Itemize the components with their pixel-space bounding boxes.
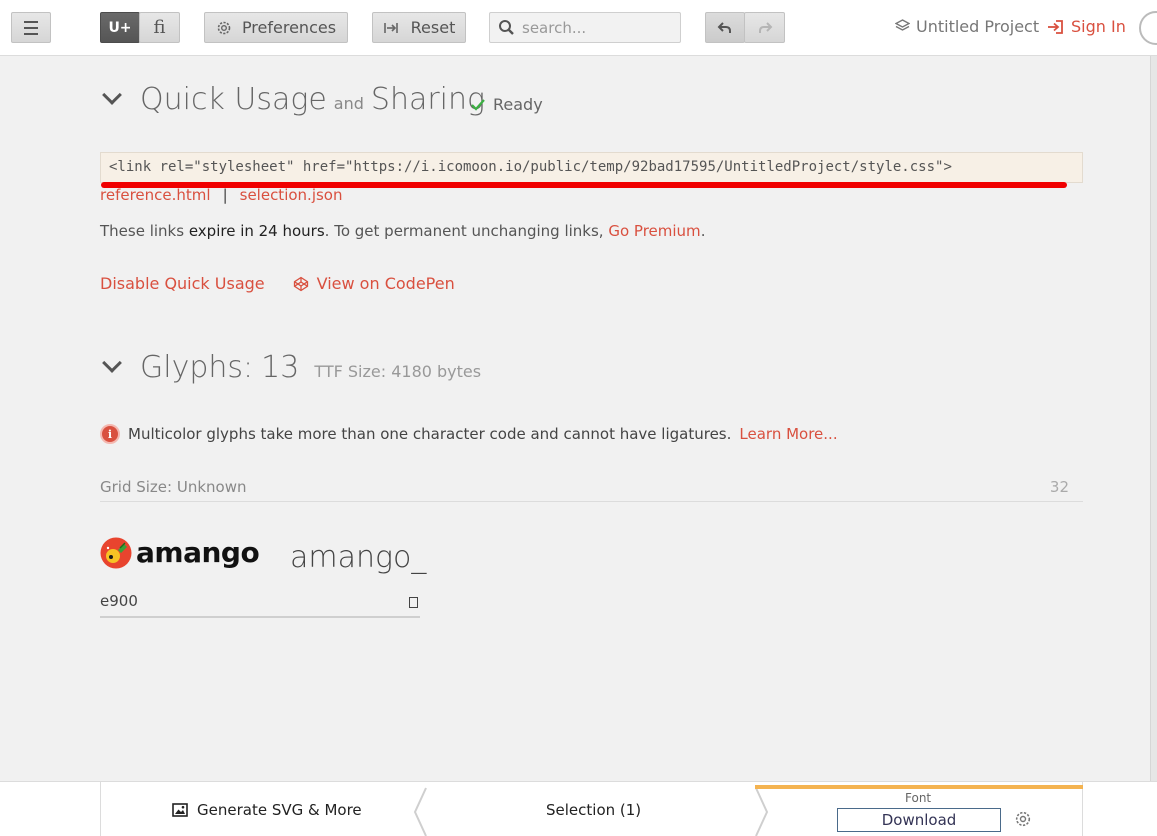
learn-more-link[interactable]: Learn More... <box>739 425 837 443</box>
reference-html-link[interactable]: reference.html <box>100 186 211 204</box>
expire-text-post: . To get permanent unchanging links, <box>324 222 609 240</box>
stylesheet-link-code[interactable]: <link rel="stylesheet" href="https://i.i… <box>100 152 1083 183</box>
quick-usage-actions: Disable Quick Usage View on CodePen <box>100 274 455 293</box>
hamburger-icon <box>24 19 38 37</box>
file-links: reference.html | selection.json <box>100 186 342 204</box>
reset-button[interactable]: Reset <box>372 12 466 43</box>
check-icon <box>471 98 485 111</box>
collapse-glyphs-icon[interactable] <box>102 353 122 373</box>
divider <box>100 501 1083 502</box>
generate-svg-label: Generate SVG & More <box>197 801 362 819</box>
layers-icon <box>895 19 910 31</box>
expire-period: . <box>700 222 706 240</box>
sign-in-icon <box>1048 19 1063 34</box>
sharing-title: Sharing <box>370 82 486 117</box>
glyph-code[interactable]: e900 <box>100 592 138 616</box>
glyphs-heading: Glyphs: 13 TTF Size: 4180 bytes <box>140 350 481 385</box>
sign-in-link[interactable]: Sign In <box>1047 17 1126 36</box>
bottom-bar: Generate SVG & More Selection (1) Font D… <box>0 781 1157 836</box>
expire-text-pre: These links <box>100 222 189 240</box>
info-icon: i <box>100 424 120 444</box>
glyph-name-field[interactable]: amango_ <box>290 540 426 575</box>
generate-svg-tab[interactable]: Generate SVG & More <box>172 801 362 819</box>
ligature-toggle-button[interactable]: fi <box>139 12 180 43</box>
disable-quick-usage-link[interactable]: Disable Quick Usage <box>100 274 265 293</box>
divider <box>100 782 101 836</box>
reset-icon <box>383 22 398 33</box>
top-toolbar: U+ fi Preferences Reset search... Untitl… <box>0 0 1157 56</box>
unicode-toggle-button[interactable]: U+ <box>100 12 140 43</box>
go-premium-link[interactable]: Go Premium <box>608 222 700 240</box>
search-input[interactable] <box>522 18 672 37</box>
menu-button[interactable] <box>11 12 51 43</box>
undo-icon <box>717 21 731 33</box>
quick-usage-heading: Quick Usage and Sharing <box>140 82 485 117</box>
redo-icon <box>758 21 772 33</box>
reset-label: Reset <box>410 18 456 37</box>
project-menu[interactable]: Untitled Project <box>895 17 1039 36</box>
grid-size-label: Grid Size: Unknown <box>100 478 247 496</box>
expire-notice: These links expire in 24 hours. To get p… <box>100 222 705 240</box>
glyph-code-row[interactable]: e900 <box>100 592 420 618</box>
tab-separator-left-icon <box>413 787 427 836</box>
collapse-quick-usage-icon[interactable] <box>102 85 122 105</box>
quick-usage-title: Quick Usage <box>140 82 327 117</box>
tab-separator-right-icon <box>755 787 769 836</box>
font-settings-gear-icon[interactable] <box>1014 810 1032 828</box>
notice-text: Multicolor glyphs take more than one cha… <box>128 425 732 443</box>
sign-in-label: Sign In <box>1071 17 1126 36</box>
divider <box>1082 782 1083 836</box>
ttf-size: TTF Size: 4180 bytes <box>314 362 482 381</box>
search-box <box>489 12 681 43</box>
font-tab-label: Font <box>905 791 932 805</box>
gear-icon <box>217 21 231 34</box>
search-icon <box>499 20 514 35</box>
download-button[interactable]: Download <box>837 808 1001 832</box>
glyphs-title: Glyphs: <box>140 350 254 385</box>
preferences-label: Preferences <box>241 18 337 37</box>
project-name: Untitled Project <box>916 17 1040 36</box>
scrollbar[interactable] <box>1150 56 1157 781</box>
quick-usage-and: and <box>333 94 364 113</box>
glyph-char-icon <box>409 597 418 608</box>
grid-size-value[interactable]: 32 <box>1050 478 1083 501</box>
status-ready: Ready <box>470 95 543 114</box>
glyph-logo-text: amango <box>136 536 260 569</box>
amango-logo-icon <box>100 537 132 568</box>
font-tab-indicator <box>755 785 1083 789</box>
image-icon <box>172 803 188 817</box>
status-text: Ready <box>493 95 543 114</box>
multicolor-notice: i Multicolor glyphs take more than one c… <box>100 424 838 444</box>
expire-duration: expire in 24 hours <box>188 222 325 240</box>
glyph-card[interactable]: amango amango_ e900 <box>100 536 426 618</box>
codepen-label: View on CodePen <box>316 274 455 293</box>
selection-tab[interactable]: Selection (1) <box>546 801 641 819</box>
codepen-icon <box>293 276 308 291</box>
unicode-toggle-label: U+ <box>108 19 132 36</box>
ligature-toggle-label: fi <box>153 17 166 38</box>
glyphs-count: 13 <box>261 350 300 385</box>
selection-json-link[interactable]: selection.json <box>240 186 343 204</box>
grid-size-row: Grid Size: Unknown 32 <box>100 478 1083 502</box>
link-separator: | <box>222 186 228 204</box>
preferences-button[interactable]: Preferences <box>204 12 348 43</box>
undo-button[interactable] <box>705 12 745 43</box>
redo-button[interactable] <box>744 12 785 43</box>
user-avatar-icon[interactable] <box>1139 11 1157 45</box>
view-on-codepen-link[interactable]: View on CodePen <box>293 274 455 293</box>
